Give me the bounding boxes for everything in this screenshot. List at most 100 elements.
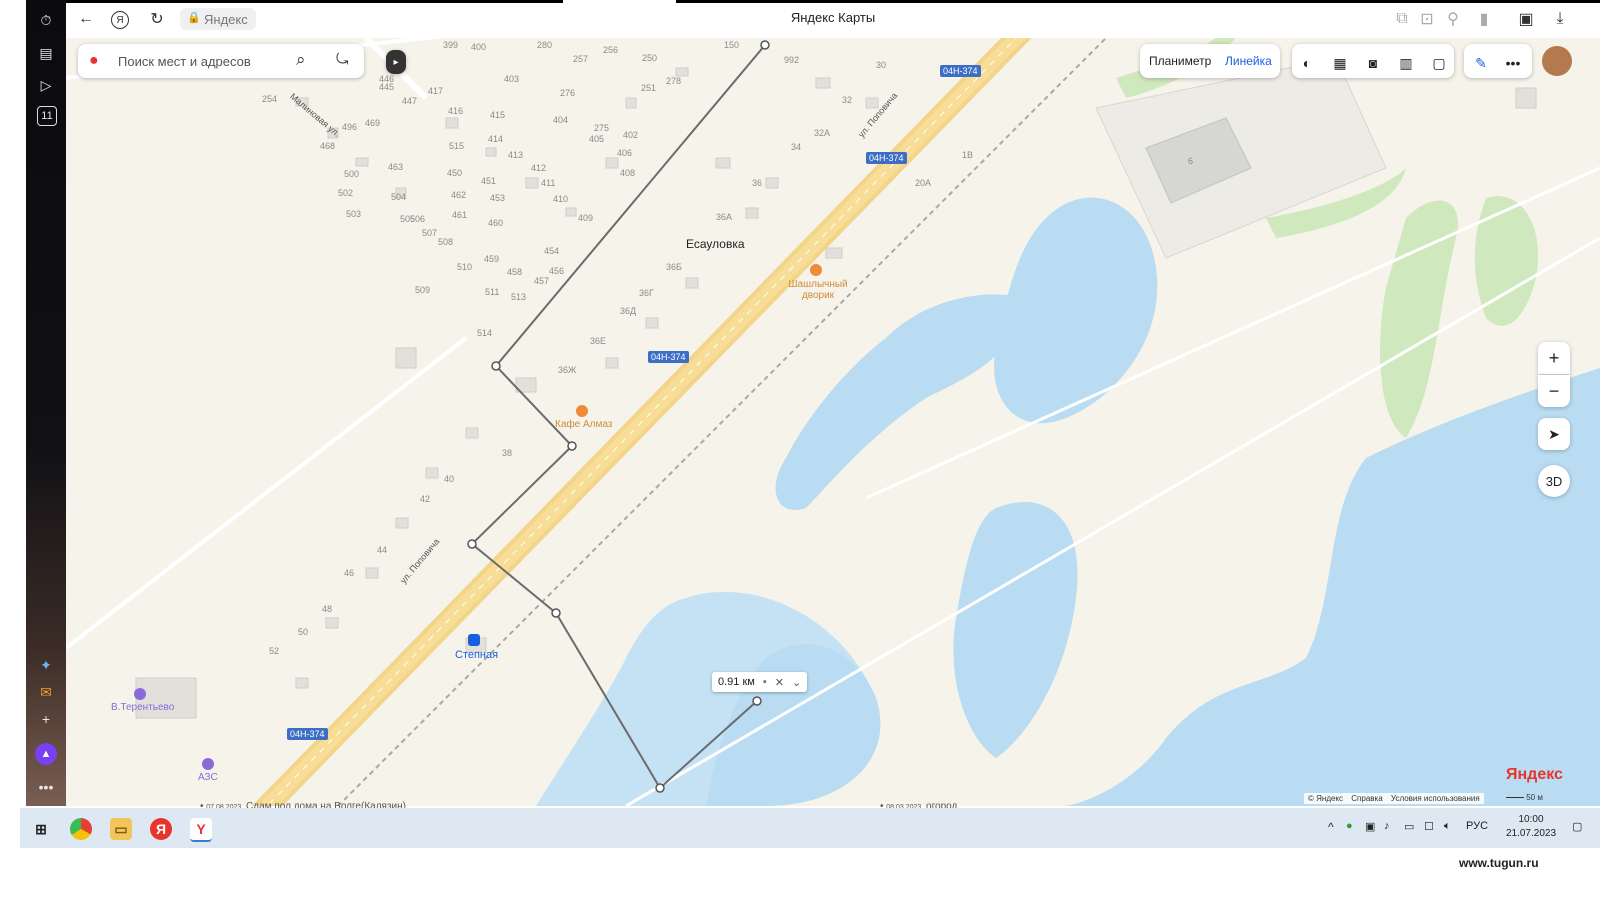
house-number: 460 — [488, 218, 504, 228]
close-icon[interactable]: ✕ — [775, 676, 784, 689]
house-number: 6 — [1188, 156, 1194, 166]
reader-icon[interactable]: ⧉ — [1392, 9, 1412, 29]
play-icon[interactable]: ▷ — [35, 74, 57, 96]
house-number: 515 — [449, 141, 465, 151]
extension-icon[interactable]: ⊡ — [1417, 9, 1437, 29]
zoom-out-button[interactable]: − — [1538, 375, 1570, 407]
add-icon[interactable]: + — [35, 708, 57, 730]
poi-cafe[interactable]: Кафе Алмаз — [555, 419, 612, 430]
house-number: 251 — [641, 83, 657, 93]
search-icon[interactable]: ⌕ — [296, 50, 306, 70]
house-number: 411 — [541, 178, 556, 188]
back-icon[interactable]: ← — [76, 9, 96, 29]
house-number: 400 — [471, 42, 487, 52]
house-number: 409 — [578, 213, 594, 223]
terms-link[interactable]: Условия использования — [1391, 794, 1480, 803]
bus-stop-icon[interactable] — [468, 634, 480, 646]
more-icon[interactable]: ••• — [1502, 52, 1524, 74]
map-search-box[interactable]: ● Поиск мест и адресов ⌕ ⤿ — [78, 44, 364, 78]
restaurant-icon[interactable] — [810, 264, 822, 276]
alice-icon[interactable]: ▲ — [35, 743, 57, 765]
map-graphics — [66, 38, 1600, 806]
yandex-logo-icon[interactable]: Я — [111, 11, 129, 29]
address-bar[interactable]: 🔒 Яндекс — [180, 8, 256, 30]
yandex-icon[interactable]: Y — [190, 818, 212, 842]
house-number: 52 — [269, 646, 280, 656]
notification-icon[interactable]: ▢ — [1572, 820, 1582, 833]
house-number: 417 — [428, 86, 444, 96]
copyright-link[interactable]: © Яндекс — [1308, 794, 1343, 803]
yandex-browser-icon[interactable]: Я — [150, 818, 172, 840]
layers-toolbar: ◐ ▦ ◙ ▥ ▢ — [1292, 44, 1454, 78]
more-icon[interactable]: ••• — [35, 776, 57, 798]
delete-point-icon[interactable]: ▪ — [763, 676, 767, 688]
cafe-icon[interactable] — [576, 405, 588, 417]
house-number: 402 — [623, 130, 639, 140]
folder-icon[interactable]: ▭ — [110, 818, 132, 840]
house-number: 450 — [447, 168, 463, 178]
house-number: 276 — [560, 88, 576, 98]
gas-station-icon[interactable] — [202, 758, 214, 770]
house-number: 412 — [531, 163, 547, 173]
map-icon[interactable]: ▦ — [1329, 52, 1351, 74]
volume-icon[interactable]: 🔈︎ — [1444, 820, 1451, 833]
house-number: 150 — [724, 40, 740, 50]
house-number: 414 — [488, 134, 504, 144]
search-input[interactable]: Поиск мест и адресов — [118, 54, 251, 69]
poi-azs[interactable]: АЗС — [198, 772, 218, 783]
house-number: 502 — [338, 188, 354, 198]
house-number: 280 — [537, 40, 553, 50]
shield-icon[interactable]: ● — [1346, 820, 1353, 832]
avatar[interactable] — [1542, 46, 1572, 76]
route-icon[interactable]: ⤿ — [336, 51, 349, 68]
house-number: 508 — [438, 237, 454, 247]
scale-line — [1506, 797, 1524, 799]
history-icon[interactable]: ⏱ — [35, 9, 57, 31]
camera-icon[interactable]: ◙ — [1362, 52, 1384, 74]
windows-start-icon[interactable]: ⊞ — [30, 818, 52, 840]
poi-icon[interactable] — [134, 688, 146, 700]
planimeter-button[interactable]: Планиметр — [1149, 54, 1211, 68]
notes-icon[interactable]: ▤ — [35, 42, 57, 64]
mail-icon[interactable]: ✉ — [35, 681, 57, 703]
panorama-icon[interactable]: ▢ — [1428, 52, 1450, 74]
display-icon[interactable]: ▭ — [1404, 820, 1414, 833]
house-number: 446 — [379, 74, 395, 84]
chrome-icon[interactable] — [70, 818, 92, 840]
ruler-button[interactable]: Линейка — [1225, 54, 1272, 68]
bookmark-icon[interactable]: ▮ — [1474, 9, 1494, 29]
clock[interactable]: 10:00 21.07.2023 — [1504, 813, 1558, 841]
bus-stop-label[interactable]: Степная — [455, 649, 498, 661]
download-icon[interactable]: ⤓ — [1550, 9, 1570, 29]
reload-icon[interactable]: ↻ — [147, 9, 167, 29]
zoom-in-button[interactable]: + — [1538, 342, 1570, 374]
house-number: 405 — [589, 134, 605, 144]
microphone-icon[interactable]: ♪ — [1384, 820, 1390, 832]
location-icon[interactable]: ⚲ — [1443, 9, 1463, 29]
house-number: 32 — [842, 95, 853, 105]
bus-icon[interactable]: ▥ — [1395, 52, 1417, 74]
view-3d-button[interactable]: 3D — [1538, 465, 1570, 497]
layers-icon[interactable]: ◐ — [1296, 52, 1318, 74]
chevron-up-icon[interactable]: ^ — [1328, 820, 1334, 834]
house-number: 461 — [452, 210, 468, 220]
house-number: 250 — [642, 53, 658, 63]
map-footer: © Яндекс Справка Условия использования — [1304, 793, 1484, 804]
chevron-down-icon[interactable]: ⌄ — [792, 676, 801, 689]
alice-ai-icon[interactable]: ✦ — [35, 654, 57, 676]
help-link[interactable]: Справка — [1351, 794, 1382, 803]
ruler-icon[interactable]: ✎ — [1470, 52, 1492, 74]
collapse-panel-button[interactable]: ▸ — [386, 50, 406, 74]
collections-icon[interactable]: ▣ — [1516, 9, 1536, 29]
house-number: 275 — [594, 123, 610, 133]
my-location-button[interactable]: ➤ — [1538, 418, 1570, 450]
house-number: 44 — [377, 545, 388, 555]
map-canvas[interactable]: ● Поиск мест и адресов ⌕ ⤿ ▸ Планиметр Л… — [66, 38, 1600, 806]
language-indicator[interactable]: РУС — [1466, 820, 1488, 832]
poi-shashlik[interactable]: Шашлычный дворик — [788, 279, 848, 301]
network-icon[interactable]: ☐ — [1424, 820, 1434, 833]
calendar-icon[interactable]: 11 — [37, 106, 57, 126]
house-number: 469 — [365, 118, 381, 128]
poi-terentyevo[interactable]: В.Терентьево — [111, 702, 174, 713]
camera-icon[interactable]: ▣ — [1365, 820, 1375, 833]
